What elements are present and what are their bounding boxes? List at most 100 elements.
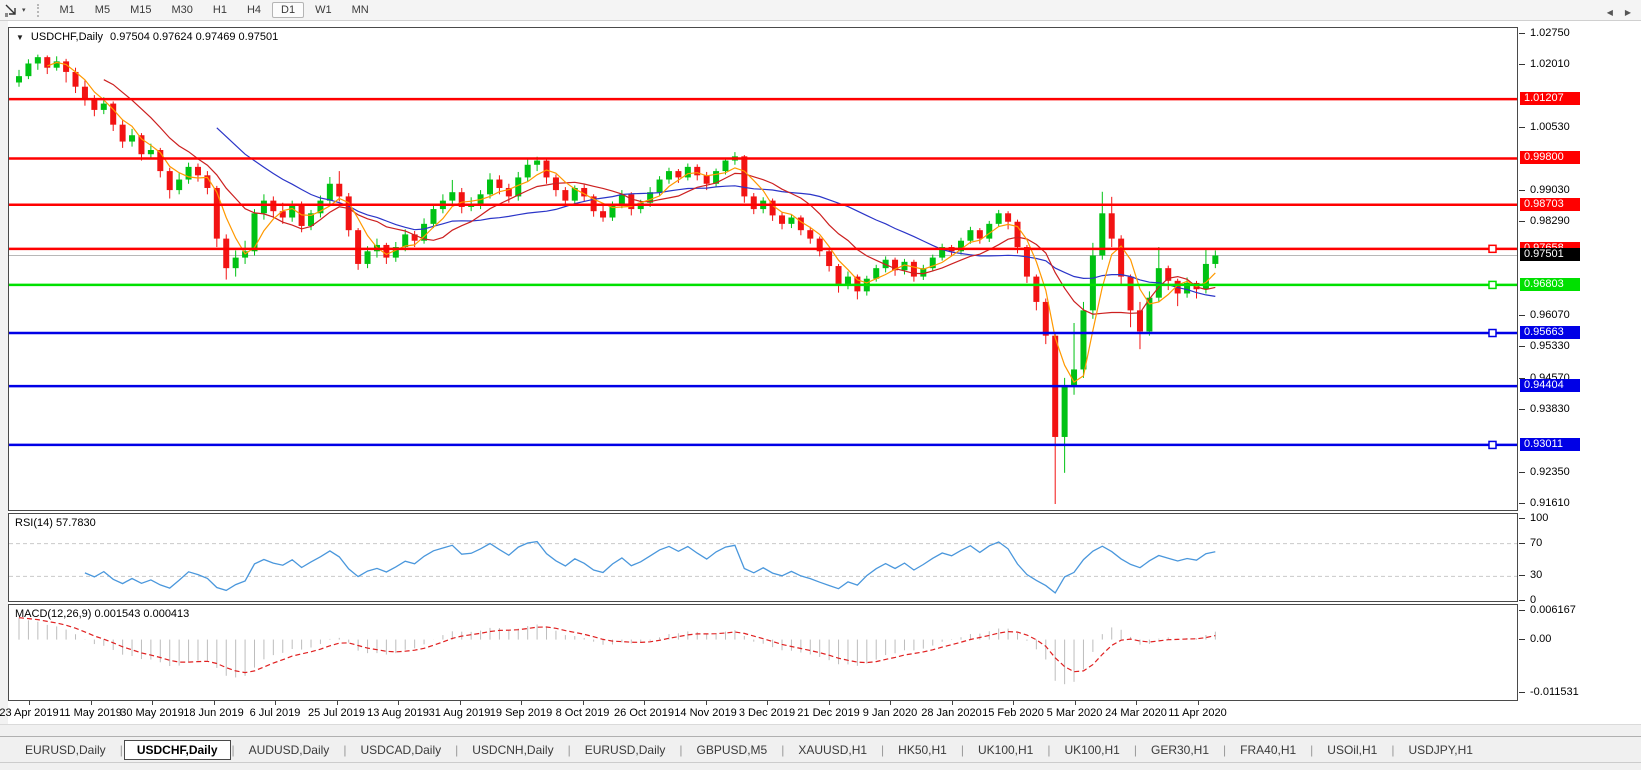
level-price-label[interactable]: 0.95663: [1520, 326, 1580, 340]
level-price-label[interactable]: 1.01207: [1520, 92, 1580, 106]
level-price-label[interactable]: 0.98703: [1520, 197, 1580, 211]
date-label: 15 Feb 2020: [982, 707, 1044, 719]
tab-audusd-daily[interactable]: AUDUSD,Daily: [236, 740, 343, 760]
tab-eurusd-daily[interactable]: EURUSD,Daily: [12, 740, 119, 760]
timeframe-button-mn[interactable]: MN: [343, 2, 378, 18]
status-bar: [0, 762, 1641, 770]
tab-usdchf-daily[interactable]: USDCHF,Daily: [123, 739, 231, 760]
price-scale-tick: 0.95330: [1519, 340, 1570, 353]
date-tick-mark: [1136, 701, 1137, 705]
macd-scale-tick: 0.006167: [1519, 604, 1576, 617]
timeframe-button-m30[interactable]: M30: [162, 2, 201, 18]
level-line-handle[interactable]: [1488, 244, 1497, 254]
tab-fra40-h1[interactable]: FRA40,H1: [1227, 740, 1309, 760]
timeframe-button-d1[interactable]: D1: [272, 2, 305, 18]
price-scale-tick: 0.92350: [1519, 466, 1570, 479]
tab-usdcnh-daily[interactable]: USDCNH,Daily: [459, 740, 566, 760]
macd-indicator-panel: MACD(12,26,9) 0.001543 0.000413: [8, 604, 1518, 701]
date-label: 26 Oct 2019: [614, 707, 674, 719]
horizontal-scroll-strip[interactable]: [0, 724, 1641, 736]
price-chart-panel: ▼ USDCHF,Daily 0.97504 0.97624 0.97469 0…: [8, 27, 1518, 511]
date-tick-mark: [828, 701, 830, 705]
date-label: 25 Jul 2019: [308, 707, 365, 719]
date-label: 28 Jan 2020: [921, 707, 982, 719]
price-scale-tick: 1.00530: [1519, 121, 1570, 134]
tab-scroll-right-icon[interactable]: ▶: [1625, 8, 1631, 17]
date-axis[interactable]: 23 Apr 2019 11 May 2019 30 May 2019 18 Jun …: [0, 701, 1518, 723]
scale-tick-mark: [1519, 600, 1525, 601]
toolbar-drag-handle[interactable]: [36, 3, 42, 17]
date-tick-mark: [644, 701, 645, 705]
rsi-canvas[interactable]: [9, 514, 1517, 601]
tab-scroll-left-icon[interactable]: ◀: [1607, 8, 1613, 17]
tab-ger30-h1[interactable]: GER30,H1: [1138, 740, 1222, 760]
date-label: 14 Nov 2019: [674, 707, 737, 719]
date-tick-mark: [951, 701, 953, 705]
price-chart-canvas[interactable]: [9, 28, 1517, 510]
scale-tick-mark: [1519, 610, 1525, 611]
rsi-indicator-panel: RSI(14) 57.7830: [8, 513, 1518, 602]
level-line-handle[interactable]: [1488, 440, 1497, 450]
timeframe-button-m5[interactable]: M5: [86, 2, 119, 18]
moving-average-medium: [103, 79, 1216, 315]
timeframe-button-h4[interactable]: H4: [238, 2, 270, 18]
scale-tick-mark: [1519, 471, 1525, 473]
window-left-frame: [0, 21, 8, 724]
tab-usoil-h1[interactable]: USOil,H1: [1314, 740, 1390, 760]
level-price-label[interactable]: 0.93011: [1520, 437, 1580, 451]
scale-tick-mark: [1519, 409, 1525, 411]
scale-tick-mark: [1519, 64, 1525, 66]
scale-tick-mark: [1519, 314, 1525, 316]
tab-uk100-h1[interactable]: UK100,H1: [1051, 740, 1132, 760]
date-label: 13 Aug 2019: [367, 707, 429, 719]
current-price-label: 0.97501: [1520, 248, 1580, 262]
timeframe-button-h1[interactable]: H1: [204, 2, 236, 18]
horizontal-level-line[interactable]: [9, 280, 1517, 290]
level-line-handle[interactable]: [1488, 280, 1497, 290]
scale-tick-mark: [1519, 346, 1525, 348]
date-label: 19 Sep 2019: [489, 707, 553, 719]
chart-dropdown-icon[interactable]: ▼: [16, 33, 24, 42]
price-scale-tick: 1.02750: [1519, 27, 1570, 40]
date-tick-mark: [767, 701, 768, 705]
chart-tool-dropdown-icon[interactable]: ▾: [22, 6, 26, 14]
scale-tick-mark: [1519, 189, 1525, 191]
tab-hk50-h1[interactable]: HK50,H1: [885, 740, 960, 760]
tab-usdcad-daily[interactable]: USDCAD,Daily: [347, 740, 454, 760]
horizontal-level-line[interactable]: [9, 328, 1517, 338]
macd-scale-tick: 0.00: [1519, 633, 1551, 646]
level-line-handle[interactable]: [1488, 328, 1497, 338]
tab-gbpusd-m5[interactable]: GBPUSD,M5: [684, 740, 781, 760]
date-tick-mark: [275, 701, 276, 705]
scale-tick-mark: [1519, 503, 1525, 505]
macd-canvas[interactable]: [9, 605, 1517, 700]
level-price-label[interactable]: 0.99800: [1520, 151, 1580, 165]
chart-title: ▼ USDCHF,Daily 0.97504 0.97624 0.97469 0…: [16, 31, 278, 43]
price-scale-tick: 0.96070: [1519, 309, 1570, 322]
level-price-label[interactable]: 0.94404: [1520, 379, 1580, 393]
scale-tick-mark: [1519, 518, 1525, 519]
tab-xauusd-h1[interactable]: XAUUSD,H1: [785, 740, 880, 760]
price-scale-tick: 0.93830: [1519, 403, 1570, 416]
timeframe-button-m1[interactable]: M1: [51, 2, 84, 18]
date-tick-mark: [213, 701, 215, 705]
timeframe-button-w1[interactable]: W1: [306, 2, 341, 18]
date-tick-mark: [521, 701, 522, 705]
date-tick-mark: [336, 701, 338, 705]
date-tick-mark: [152, 701, 153, 705]
scale-tick-mark: [1519, 542, 1525, 544]
date-tick-mark: [890, 701, 891, 705]
timeframe-button-m15[interactable]: M15: [121, 2, 160, 18]
level-price-label[interactable]: 0.96803: [1520, 277, 1580, 291]
tab-usdjpy-h1[interactable]: USDJPY,H1: [1395, 740, 1485, 760]
tab-eurusd-daily[interactable]: EURUSD,Daily: [572, 740, 679, 760]
tab-uk100-h1[interactable]: UK100,H1: [965, 740, 1046, 760]
price-scale[interactable]: 1.02750 1.02010 1.00530 0.99030 0.98290 0.960…: [1518, 0, 1641, 770]
date-label: 24 Mar 2020: [1105, 707, 1167, 719]
scale-tick-mark: [1519, 638, 1525, 640]
scale-tick-mark: [1519, 692, 1525, 693]
chart-tool-icon[interactable]: [4, 3, 20, 18]
horizontal-level-line[interactable]: [9, 440, 1517, 450]
date-tick-mark: [705, 701, 707, 705]
scale-tick-mark: [1519, 221, 1525, 223]
